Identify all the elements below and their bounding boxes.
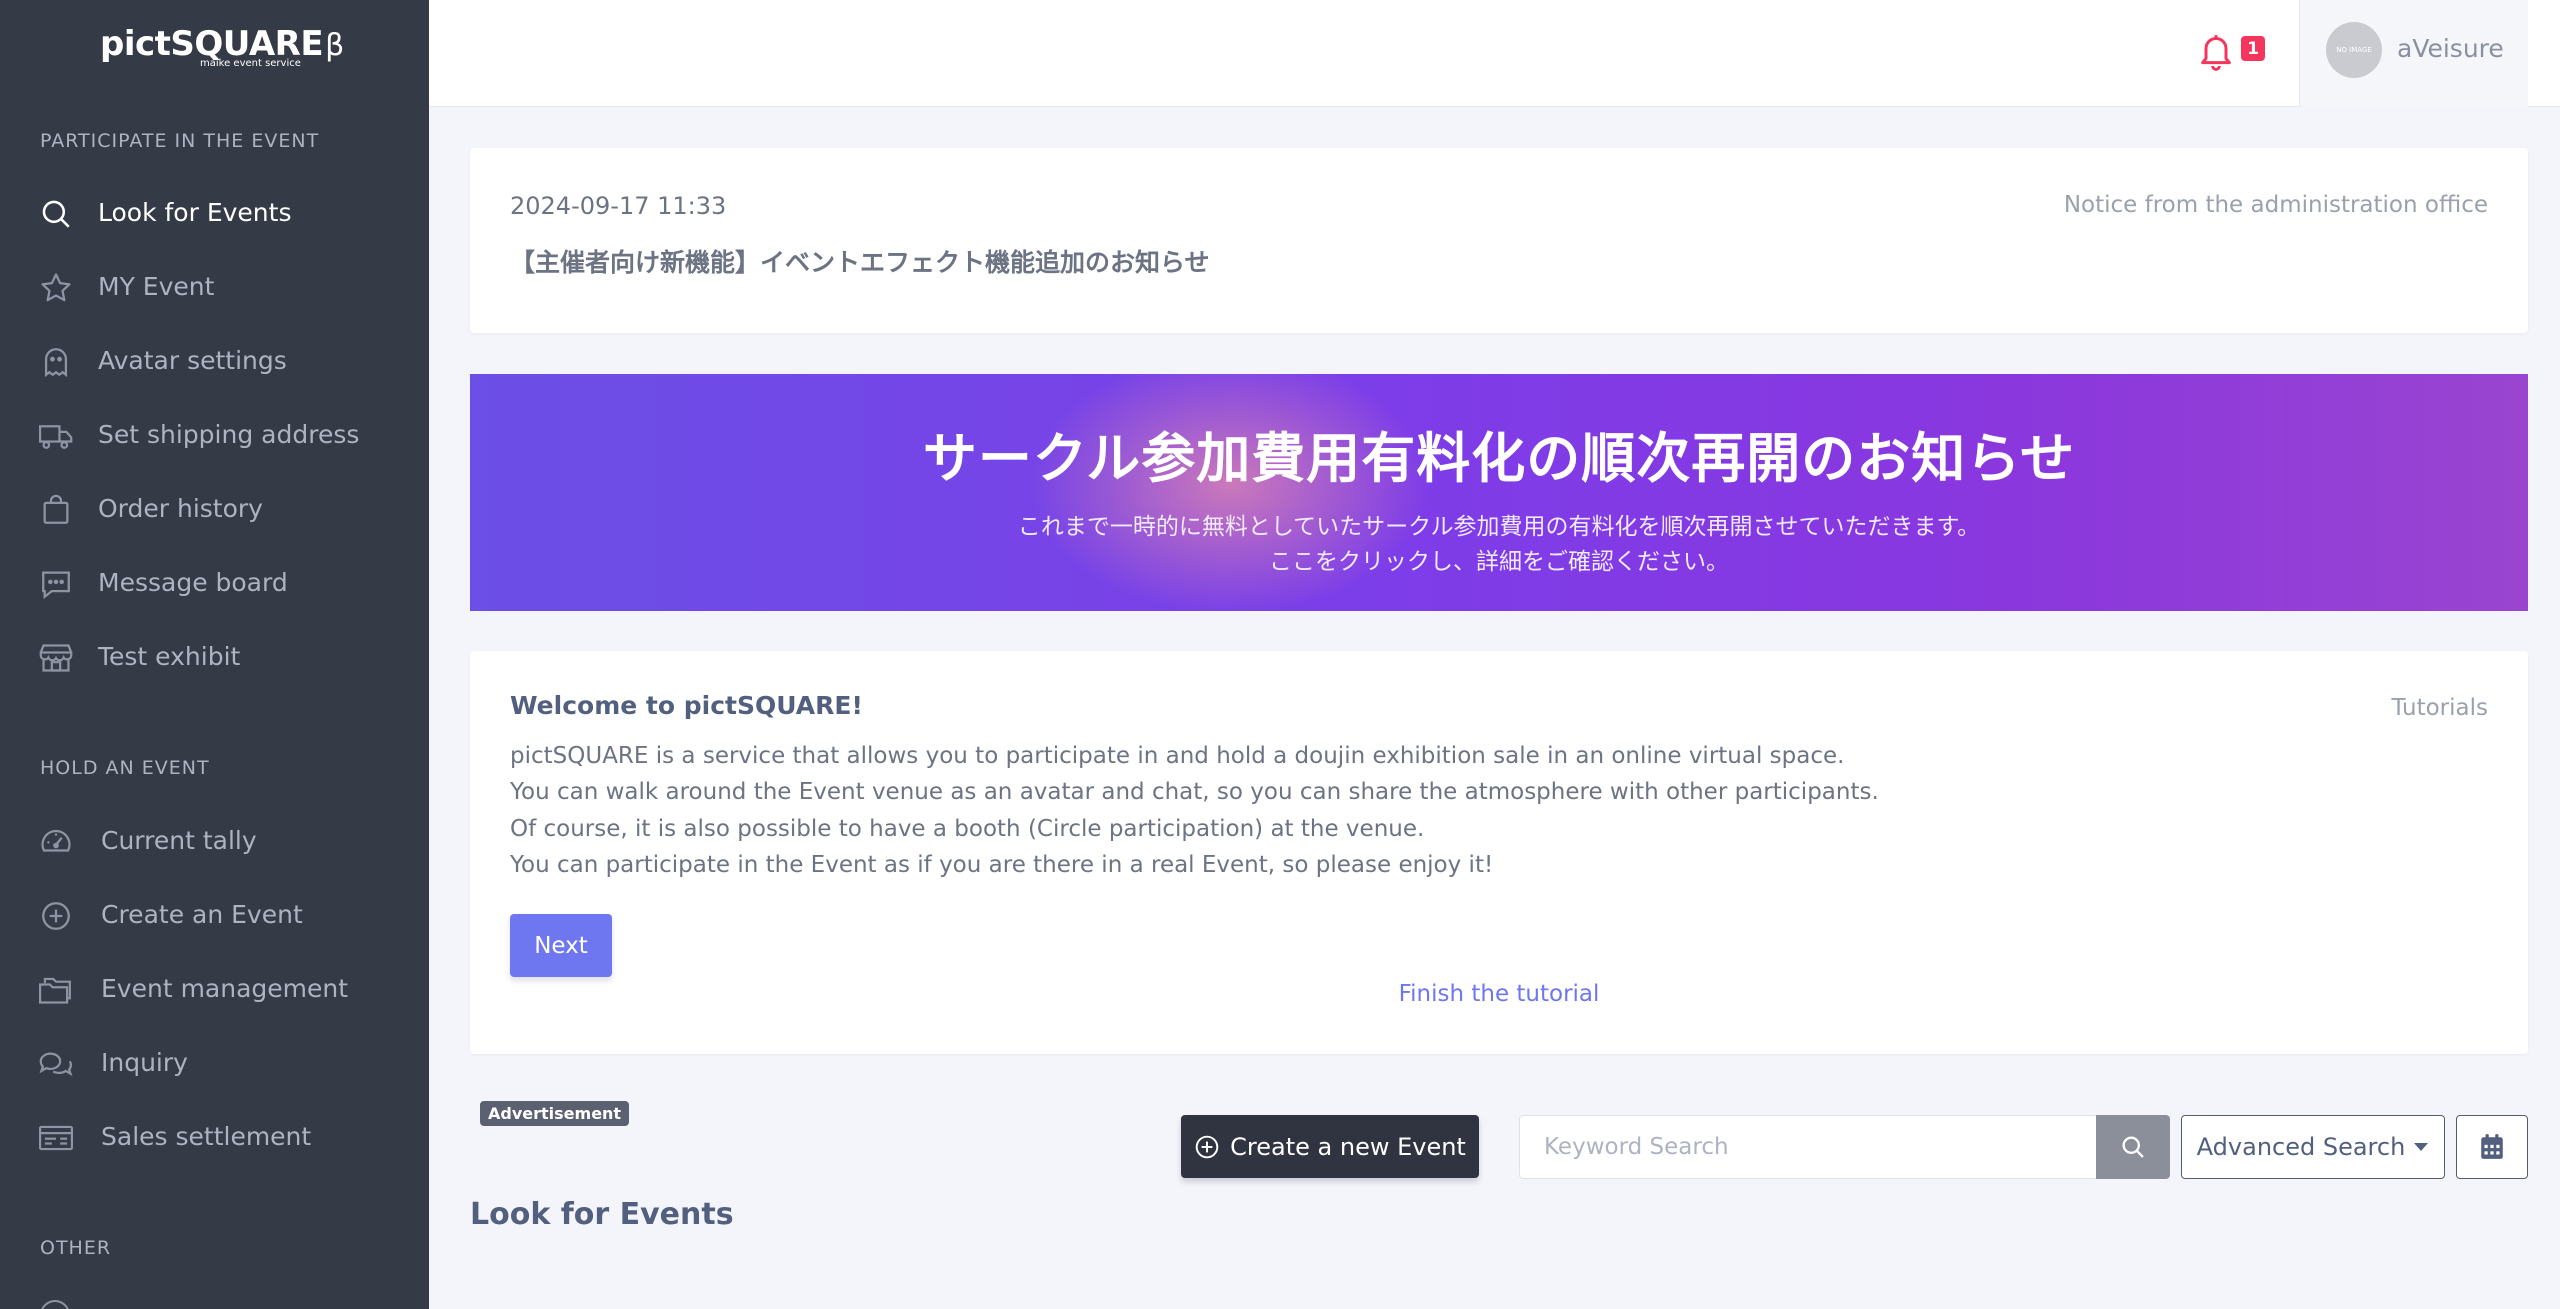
sidebar-item-label: Message board — [98, 568, 288, 597]
sidebar: pictSQUAREβ maike event service PARTICIP… — [0, 0, 429, 1309]
sidebar-item-label: Order history — [98, 494, 263, 523]
announcement-banner[interactable]: サークル参加費用有料化の順次再開のお知らせ これまで一時的に無料としていたサーク… — [470, 374, 2528, 611]
notice-card[interactable]: 2024-09-17 11:33 【主催者向け新機能】イベントエフェクト機能追加… — [470, 148, 2528, 333]
tutorial-card: Welcome to pictSQUARE! Tutorials pictSQU… — [470, 651, 2528, 1054]
page-heading: Look for Events — [470, 1197, 734, 1232]
search-icon — [38, 196, 74, 232]
next-button[interactable]: Next — [510, 914, 612, 977]
tutorials-link[interactable]: Tutorials — [2391, 695, 2488, 721]
folder-icon — [38, 972, 74, 1008]
sidebar-item-create-event[interactable]: Create an Event — [0, 885, 429, 945]
sidebar-item-test-exhibit[interactable]: Test exhibit — [0, 627, 429, 687]
advanced-search-button[interactable]: Advanced Search — [2181, 1115, 2445, 1179]
store-icon — [38, 640, 74, 676]
calendar-button[interactable] — [2456, 1115, 2528, 1179]
banner-line: これまで一時的に無料としていたサークル参加費用の有料化を順次再開させていただきま… — [1017, 514, 1981, 540]
sidebar-item-current-tally[interactable]: Current tally — [0, 811, 429, 871]
tutorial-heading: Welcome to pictSQUARE! — [510, 691, 863, 720]
sidebar-item-avatar-settings[interactable]: Avatar settings — [0, 331, 429, 391]
tutorial-text: You can walk around the Event venue as a… — [510, 779, 1879, 805]
tutorial-text: Of course, it is also possible to have a… — [510, 816, 1425, 842]
section-title-participate: PARTICIPATE IN THE EVENT — [40, 130, 320, 152]
sidebar-item-order-history[interactable]: Order history — [0, 479, 429, 539]
keyword-search-input[interactable] — [1519, 1115, 2097, 1179]
avatar: NO IMAGE — [2326, 22, 2382, 78]
ghost-icon — [38, 344, 74, 380]
create-event-label: Create a new Event — [1230, 1132, 1466, 1161]
partial-icon — [40, 1300, 70, 1309]
brand-beta: β — [325, 28, 345, 63]
sidebar-item-inquiry[interactable]: Inquiry — [0, 1033, 429, 1093]
advanced-search-label: Advanced Search — [2196, 1133, 2406, 1161]
sidebar-item-my-event[interactable]: MY Event — [0, 257, 429, 317]
brand-logo[interactable]: pictSQUAREβ maike event service — [100, 24, 344, 74]
notice-date: 2024-09-17 11:33 — [510, 192, 727, 220]
brand-tagline: maike event service — [200, 58, 301, 69]
sidebar-item-label: Event management — [101, 974, 349, 1003]
sidebar-item-label: Sales settlement — [101, 1122, 312, 1151]
plus-circle-icon — [38, 898, 74, 934]
calendar-icon — [2479, 1133, 2505, 1161]
tutorial-text: You can participate in the Event as if y… — [510, 852, 1494, 878]
bag-icon — [38, 492, 74, 528]
receipt-icon — [38, 1120, 74, 1156]
user-menu[interactable]: NO IMAGE aVeisure — [2299, 0, 2528, 107]
sidebar-item-message-board[interactable]: Message board — [0, 553, 429, 613]
search-button[interactable] — [2096, 1115, 2170, 1179]
notice-source: Notice from the administration office — [2063, 192, 2488, 218]
tutorial-text: pictSQUARE is a service that allows you … — [510, 743, 1845, 769]
banner-title: サークル参加費用有料化の順次再開のお知らせ — [922, 427, 2076, 490]
sidebar-item-label: Look for Events — [98, 198, 292, 227]
banner-line: ここをクリックし、詳細をご確認ください。 — [1269, 549, 1729, 575]
sidebar-item-label: MY Event — [98, 272, 215, 301]
section-title-other: OTHER — [40, 1237, 112, 1259]
gauge-icon — [38, 824, 74, 860]
create-event-button[interactable]: Create a new Event — [1181, 1115, 1479, 1178]
caret-down-icon — [2413, 1141, 2429, 1153]
notice-title[interactable]: 【主催者向け新機能】イベントエフェクト機能追加のお知らせ — [510, 243, 1210, 279]
chats-icon — [38, 1046, 74, 1082]
sidebar-item-label: Test exhibit — [98, 642, 241, 671]
truck-icon — [38, 418, 74, 454]
bell-icon[interactable] — [2196, 30, 2236, 72]
sidebar-item-label: Set shipping address — [98, 420, 360, 449]
sidebar-item-shipping-address[interactable]: Set shipping address — [0, 405, 429, 465]
sidebar-item-label: Create an Event — [101, 900, 303, 929]
sidebar-item-label: Inquiry — [101, 1048, 188, 1077]
finish-tutorial-link[interactable]: Finish the tutorial — [470, 981, 2528, 1007]
sidebar-item-label: Current tally — [101, 826, 257, 855]
sidebar-item-look-for-events[interactable]: Look for Events — [0, 183, 429, 243]
sidebar-item-label: Avatar settings — [98, 346, 287, 375]
sidebar-item-event-management[interactable]: Event management — [0, 959, 429, 1019]
advertisement-badge: Advertisement — [480, 1101, 630, 1126]
search-icon — [2119, 1133, 2147, 1161]
plus-circle-icon — [1194, 1134, 1220, 1160]
user-name: aVeisure — [2397, 34, 2504, 63]
star-icon — [38, 270, 74, 306]
sidebar-item-sales-settlement[interactable]: Sales settlement — [0, 1107, 429, 1167]
notification-badge: 1 — [2241, 36, 2265, 61]
chat-icon — [38, 566, 74, 602]
section-title-hold: HOLD AN EVENT — [40, 757, 210, 779]
